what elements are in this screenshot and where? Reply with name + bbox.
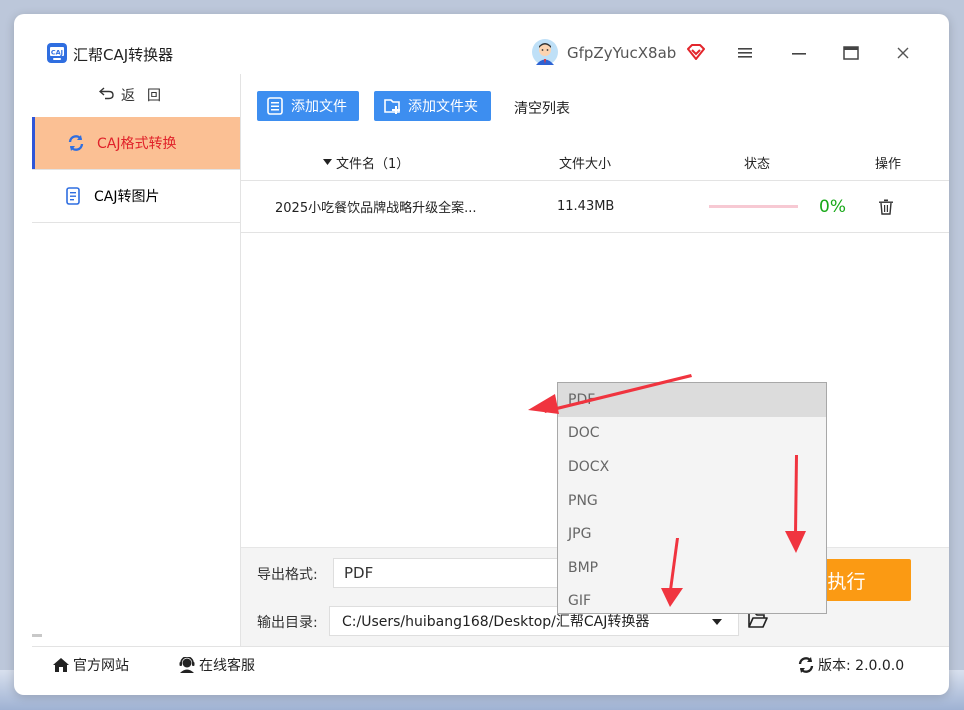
sort-desc-icon [323, 155, 332, 170]
column-name-label: 文件名（1） [336, 156, 410, 172]
table-row[interactable]: 2025小吃餐饮品牌战略升级全案... 11.43MB 0% [241, 181, 949, 233]
maximize-icon[interactable] [840, 42, 862, 64]
format-option-docx[interactable]: DOCX [558, 450, 826, 484]
vip-diamond-icon[interactable] [687, 44, 705, 60]
home-icon [52, 657, 70, 673]
file-name-cell: 2025小吃餐饮品牌战略升级全案... [275, 201, 477, 216]
app-logo-icon: CAJ [47, 43, 67, 63]
export-format-label: 导出格式: [257, 567, 318, 583]
close-icon[interactable] [892, 42, 914, 64]
progress-bar [709, 205, 798, 208]
sync-icon [797, 657, 815, 673]
status-bar: 官方网站 在线客服 版本: 2.0.0.0 [32, 646, 949, 681]
file-size-cell: 11.43MB [557, 199, 615, 214]
add-file-icon [267, 97, 285, 115]
caret-down-icon [712, 619, 722, 625]
official-website-label: 官方网站 [73, 658, 129, 674]
add-folder-label: 添加文件夹 [408, 99, 478, 115]
format-option-doc[interactable]: DOC [558, 417, 826, 451]
sidebar-item-label: CAJ格式转换 [97, 136, 177, 152]
format-option-pdf[interactable]: PDF [558, 383, 826, 417]
sidebar-item-caj-to-image[interactable]: CAJ转图片 [32, 170, 240, 222]
app-title: 汇帮CAJ转换器 [73, 46, 174, 64]
main-panel: 添加文件 添加文件夹 清空列表 文件名（1） 文件大小 状态 操作 2025小吃… [241, 74, 949, 647]
format-option-bmp[interactable]: BMP [558, 551, 826, 585]
menu-icon[interactable] [734, 42, 756, 64]
official-website-link[interactable]: 官方网站 [52, 655, 129, 675]
minimize-icon[interactable] [788, 42, 810, 64]
back-button[interactable]: 返回 [32, 74, 240, 116]
headset-icon [178, 657, 196, 673]
app-logo-text: CAJ [51, 49, 63, 57]
format-dropdown-list: PDF DOC DOCX PNG JPG BMP GIF [557, 382, 827, 614]
format-option-png[interactable]: PNG [558, 484, 826, 518]
output-dir-label: 输出目录: [257, 615, 318, 631]
format-option-jpg[interactable]: JPG [558, 517, 826, 551]
user-name[interactable]: GfpZyYucX8ab [567, 44, 676, 62]
sidebar-item-label: CAJ转图片 [94, 189, 160, 205]
column-status-header: 状态 [744, 156, 771, 172]
add-folder-button[interactable]: 添加文件夹 [374, 91, 491, 121]
column-action-header: 操作 [875, 156, 902, 172]
column-size-header: 文件大小 [559, 156, 612, 172]
progress-percent: 0% [819, 196, 846, 217]
back-label: 返回 [121, 88, 173, 104]
sidebar-divider [32, 222, 240, 223]
sidebar-item-caj-convert[interactable]: CAJ格式转换 [32, 117, 240, 169]
format-option-gif[interactable]: GIF [558, 585, 826, 619]
app-window: CAJ 汇帮CAJ转换器 GfpZyYucX8ab 返回 CAJ格式转换 CAJ… [14, 14, 949, 695]
refresh-icon [66, 133, 86, 153]
file-table-header: 文件名（1） 文件大小 状态 操作 [241, 144, 949, 181]
online-support-label: 在线客服 [199, 658, 255, 674]
column-name-header[interactable]: 文件名（1） [323, 144, 409, 180]
title-bar: CAJ 汇帮CAJ转换器 GfpZyYucX8ab [14, 14, 949, 74]
clear-list-button[interactable]: 清空列表 [514, 98, 570, 118]
user-avatar[interactable] [532, 39, 558, 65]
add-file-button[interactable]: 添加文件 [257, 91, 359, 121]
version-info: 版本: 2.0.0.0 [797, 655, 904, 675]
online-support-link[interactable]: 在线客服 [178, 655, 255, 675]
sidebar: 返回 CAJ格式转换 CAJ转图片 [32, 74, 241, 646]
sidebar-resize-handle[interactable] [32, 634, 42, 637]
add-file-label: 添加文件 [291, 99, 347, 115]
back-arrow-icon [98, 86, 115, 104]
version-label: 版本: 2.0.0.0 [818, 658, 905, 674]
export-format-value: PDF [344, 564, 374, 582]
add-folder-icon [384, 97, 402, 115]
document-icon [63, 186, 83, 206]
delete-icon[interactable] [879, 181, 893, 232]
